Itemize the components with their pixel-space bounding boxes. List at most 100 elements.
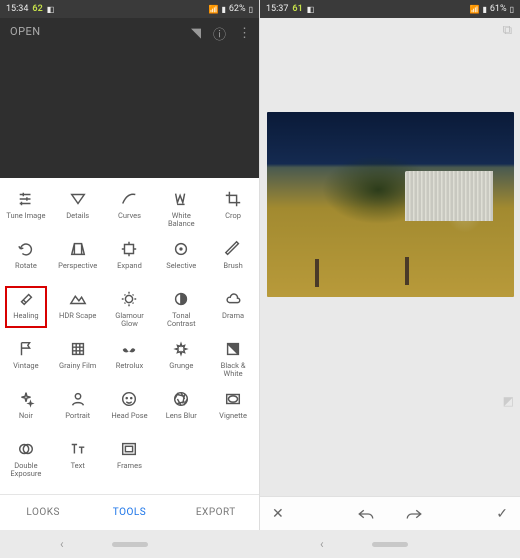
tool-label: Lens Blur bbox=[166, 412, 197, 420]
splat-icon bbox=[172, 340, 190, 358]
bw-icon bbox=[224, 340, 242, 358]
battery-icon: ▯ bbox=[510, 5, 514, 14]
flag-icon bbox=[17, 340, 35, 358]
tool-label: Black & White bbox=[221, 362, 246, 379]
status-app-icon: ◧ bbox=[47, 5, 55, 14]
tool-black-white[interactable]: Black & White bbox=[207, 336, 259, 386]
tool-lens-blur[interactable]: Lens Blur bbox=[155, 386, 207, 436]
undo-icon[interactable] bbox=[357, 507, 375, 521]
tool-tonal-contrast[interactable]: Tonal Contrast bbox=[155, 286, 207, 336]
tool-label: Noir bbox=[19, 412, 33, 420]
tool-rotate[interactable]: Rotate bbox=[0, 236, 52, 286]
tool-grunge[interactable]: Grunge bbox=[155, 336, 207, 386]
compare-icon[interactable]: ⧉ bbox=[503, 23, 512, 38]
status-battery: 62% bbox=[229, 4, 246, 14]
face-icon bbox=[120, 390, 138, 408]
tool-noir[interactable]: Noir bbox=[0, 386, 52, 436]
tool-selective[interactable]: Selective bbox=[155, 236, 207, 286]
tool-brush[interactable]: Brush bbox=[207, 236, 259, 286]
tab-looks[interactable]: LOOKS bbox=[0, 495, 86, 530]
edited-photo[interactable] bbox=[267, 112, 514, 297]
more-icon[interactable]: ⋮ bbox=[238, 26, 251, 41]
nav-handle[interactable] bbox=[112, 542, 148, 547]
open-button[interactable]: OPEN bbox=[10, 25, 41, 38]
redo-icon[interactable] bbox=[405, 507, 423, 521]
tool-label: Tune Image bbox=[6, 212, 45, 220]
aperture-icon bbox=[172, 390, 190, 408]
apply-button[interactable]: ✓ bbox=[496, 506, 508, 522]
tool-details[interactable]: Details bbox=[52, 186, 104, 236]
tool-curves[interactable]: Curves bbox=[104, 186, 156, 236]
tool-label: Frames bbox=[117, 462, 142, 470]
status-accent: 61 bbox=[292, 4, 302, 14]
tool-vintage[interactable]: Vintage bbox=[0, 336, 52, 386]
curve-icon bbox=[120, 190, 138, 208]
nav-back-icon[interactable]: ‹ bbox=[60, 537, 64, 551]
tool-white-balance[interactable]: White Balance bbox=[155, 186, 207, 236]
image-preview-dark: OPEN ◥ ⓘ ⋮ bbox=[0, 18, 259, 178]
tool-expand[interactable]: Expand bbox=[104, 236, 156, 286]
person-icon bbox=[69, 390, 87, 408]
android-nav-bar: ‹ ‹ bbox=[0, 530, 520, 558]
tab-export[interactable]: EXPORT bbox=[173, 495, 259, 530]
mountain-icon bbox=[69, 290, 87, 308]
sparkle-icon bbox=[17, 390, 35, 408]
editor-action-bar: ✕ ✓ bbox=[260, 496, 520, 530]
status-bar: 15:37 61 ◧ 📶 ▮ 61% ▯ bbox=[260, 0, 520, 18]
tool-grainy-film[interactable]: Grainy Film bbox=[52, 336, 104, 386]
vignette-icon bbox=[224, 390, 242, 408]
status-accent: 62 bbox=[32, 4, 42, 14]
tab-tools[interactable]: TOOLS bbox=[86, 495, 172, 530]
tool-label: Portrait bbox=[65, 412, 90, 420]
wifi-icon: 📶 bbox=[470, 5, 480, 14]
tool-label: Vintage bbox=[13, 362, 38, 370]
tool-label: Curves bbox=[118, 212, 141, 220]
tool-crop[interactable]: Crop bbox=[207, 186, 259, 236]
triangle-down-icon bbox=[69, 190, 87, 208]
dblexp-icon bbox=[17, 440, 35, 458]
tool-label: Glamour Glow bbox=[115, 312, 144, 329]
tool-tune-image[interactable]: Tune Image bbox=[0, 186, 52, 236]
nav-handle[interactable] bbox=[372, 542, 408, 547]
tool-label: White Balance bbox=[168, 212, 195, 229]
tool-retrolux[interactable]: Retrolux bbox=[104, 336, 156, 386]
wb-icon bbox=[172, 190, 190, 208]
glow-icon bbox=[120, 290, 138, 308]
highlight-box bbox=[5, 286, 47, 328]
tool-label: Vignette bbox=[219, 412, 247, 420]
bottom-tabs: LOOKS TOOLS EXPORT bbox=[0, 494, 259, 530]
tool-head-pose[interactable]: Head Pose bbox=[104, 386, 156, 436]
cloud-icon bbox=[224, 290, 242, 308]
sliders-icon bbox=[17, 190, 35, 208]
tool-double-exposure[interactable]: Double Exposure bbox=[0, 436, 52, 486]
tool-glamour-glow[interactable]: Glamour Glow bbox=[104, 286, 156, 336]
mustache-icon bbox=[120, 340, 138, 358]
tool-label: Head Pose bbox=[111, 412, 147, 420]
crop-icon bbox=[224, 190, 242, 208]
brush-icon bbox=[224, 240, 242, 258]
halfcircle-icon bbox=[172, 290, 190, 308]
status-bar: 15:34 62 ◧ 📶 ▮ 62% ▯ bbox=[0, 0, 259, 18]
tool-portrait[interactable]: Portrait bbox=[52, 386, 104, 436]
tool-frames[interactable]: Frames bbox=[104, 436, 156, 486]
nav-back-icon[interactable]: ‹ bbox=[320, 537, 324, 551]
tool-drama[interactable]: Drama bbox=[207, 286, 259, 336]
bookmark-icon[interactable]: ◩ bbox=[503, 394, 514, 408]
close-button[interactable]: ✕ bbox=[272, 506, 284, 522]
status-time: 15:34 bbox=[6, 4, 28, 14]
tool-perspective[interactable]: Perspective bbox=[52, 236, 104, 286]
tool-hdr-scape[interactable]: HDR Scape bbox=[52, 286, 104, 336]
layers-icon[interactable]: ◥ bbox=[191, 26, 201, 41]
tool-label: Perspective bbox=[58, 262, 97, 270]
tool-label: Brush bbox=[223, 262, 242, 270]
persp-icon bbox=[69, 240, 87, 258]
tool-label: Grainy Film bbox=[59, 362, 96, 370]
tool-text[interactable]: Text bbox=[52, 436, 104, 486]
rotate-icon bbox=[17, 240, 35, 258]
signal-icon: ▮ bbox=[221, 5, 225, 14]
tool-healing[interactable]: Healing bbox=[0, 286, 52, 336]
tool-vignette[interactable]: Vignette bbox=[207, 386, 259, 436]
film-icon bbox=[69, 340, 87, 358]
info-icon[interactable]: ⓘ bbox=[213, 24, 226, 43]
tool-grid: Tune Image Details Curves White Balance Crop… bbox=[0, 178, 259, 494]
